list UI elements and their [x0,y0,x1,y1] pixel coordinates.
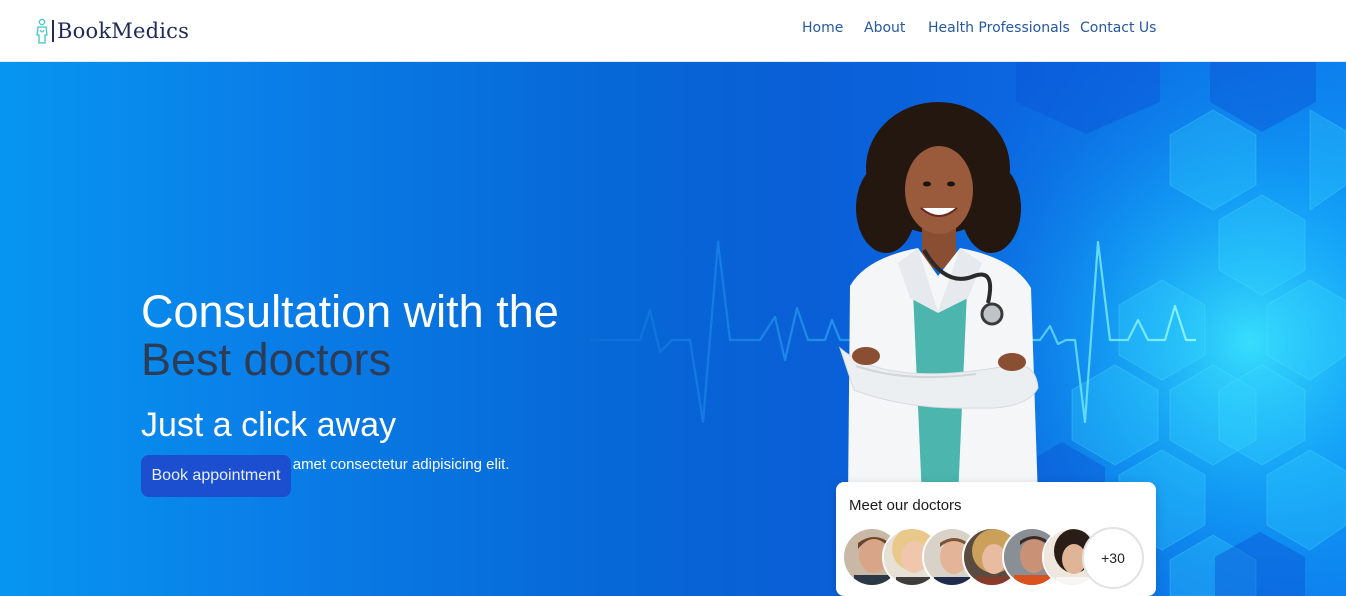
more-doctors-count[interactable]: +30 [1082,527,1144,589]
doctor-image [838,102,1039,498]
nav-about[interactable]: About [864,20,905,42]
meet-doctors-card: Meet our doctors +30 [836,482,1156,596]
book-appointment-button[interactable]: Book appointment [141,455,291,497]
medic-logo-icon [33,17,55,45]
brand-name: BookMedics [57,19,190,43]
hero-title-line1: Consultation with the [141,286,559,337]
brand[interactable]: BookMedics [33,16,189,46]
card-title: Meet our doctors [849,497,962,514]
hero-subtitle: Just a click away [141,406,397,444]
nav-health-professionals[interactable]: Health Professionals [928,20,1070,42]
hero-title-line2: Best doctors [141,334,392,385]
nav-contact-us[interactable]: Contact Us [1080,20,1156,42]
top-navbar: BookMedics Home About Health Professiona… [0,0,1346,62]
nav-home[interactable]: Home [802,20,843,42]
doctor-avatars: +30 [842,527,1152,589]
